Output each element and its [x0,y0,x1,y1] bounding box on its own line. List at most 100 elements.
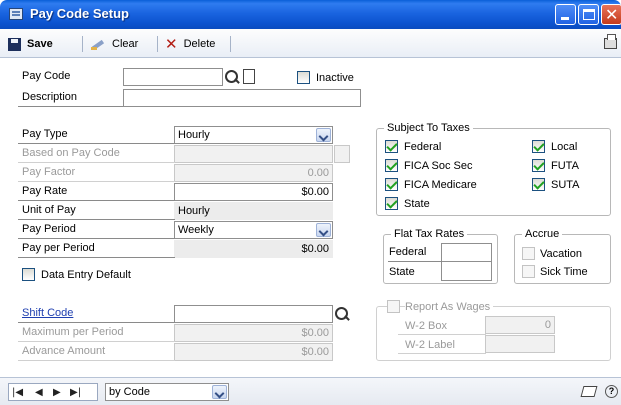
flat-tax-state-input[interactable] [441,261,492,281]
federal-tax-checkbox[interactable] [385,140,398,153]
clear-label: Clear [112,38,139,50]
suta-checkbox[interactable] [532,178,545,191]
help-icon[interactable]: ? [605,385,618,398]
minimize-icon [561,17,569,20]
pay-period-label: Pay Period [22,223,76,235]
based-on-pay-code-label: Based on Pay Code [22,147,120,159]
label-divider [18,219,175,220]
description-label: Description [22,91,78,103]
label-divider [398,334,486,335]
delete-x-icon: ✕ [165,35,178,53]
browse-status-bar: |◀ ◀ ▶ ▶| by Code ? [0,377,621,405]
pay-type-value: Hourly [178,129,210,141]
note-icon[interactable] [580,386,598,397]
clear-button[interactable]: Clear [90,35,138,53]
label-divider [18,322,175,323]
pay-code-label: Pay Code [22,70,71,82]
pay-per-period-label: Pay per Period [22,242,95,254]
shift-code-link[interactable]: Shift Code [18,305,73,323]
first-record-icon[interactable]: |◀ [12,387,23,398]
sick-time-checkbox[interactable] [522,265,535,278]
flat-tax-federal-label: Federal [389,246,427,258]
inactive-label: Inactive [316,72,354,84]
toolbar-separator [157,36,158,52]
chevron-down-icon[interactable] [212,385,227,399]
window-app-icon [9,8,23,20]
last-record-icon[interactable]: ▶| [70,387,81,398]
local-tax-checkbox[interactable] [532,140,545,153]
state-tax-checkbox[interactable] [385,197,398,210]
w2-box-label: W-2 Box [405,320,447,332]
fica-medicare-label: FICA Medicare [404,179,477,191]
title-bar[interactable]: Pay Code Setup ✕ [0,0,621,29]
label-divider [18,162,175,163]
print-icon[interactable] [604,34,617,49]
sort-order-value: by Code [109,386,150,398]
based-on-pay-code-input [174,145,333,163]
w2-label-label: W-2 Label [405,339,455,351]
close-button[interactable]: ✕ [601,4,621,25]
advance-amount-label: Advance Amount [22,345,106,357]
flat-tax-state-label: State [389,266,415,278]
description-input[interactable] [123,89,361,107]
vacation-checkbox[interactable] [522,247,535,260]
advance-amount-input: $0.00 [174,343,333,361]
federal-tax-label: Federal [404,141,442,153]
shift-code-lookup-icon[interactable] [334,306,350,322]
delete-button[interactable]: ✕ Delete [165,35,215,53]
label-divider [18,181,175,182]
toolbar-separator [82,36,83,52]
next-record-icon[interactable]: ▶ [53,387,61,398]
maximize-icon [583,9,595,20]
chevron-down-icon[interactable] [316,128,331,142]
unit-of-pay-value: Hourly [174,202,333,220]
w2-label-input [485,335,555,353]
inactive-checkbox[interactable] [297,71,310,84]
label-divider [18,257,175,258]
chevron-down-icon[interactable] [316,223,331,237]
close-icon: ✕ [605,5,619,24]
toolbar: Save Clear ✕ Delete [0,29,621,58]
pay-per-period-value: $0.00 [174,240,333,258]
window-title: Pay Code Setup [30,6,129,21]
based-on-lookup-icon [334,145,350,163]
pay-code-input[interactable] [123,68,223,86]
futa-label: FUTA [551,160,579,172]
delete-label: Delete [183,38,216,50]
fica-medicare-checkbox[interactable] [385,178,398,191]
sick-time-label: Sick Time [540,266,588,278]
maximize-button[interactable] [578,4,599,25]
pay-period-select[interactable]: Weekly [174,221,333,239]
fica-soc-sec-label: FICA Soc Sec [404,160,473,172]
pay-rate-input[interactable]: $0.00 [174,183,333,201]
label-divider [398,353,486,354]
sort-order-select[interactable]: by Code [105,383,229,401]
pay-type-label: Pay Type [22,128,68,140]
pay-factor-input: 0.00 [174,164,333,182]
data-entry-default-checkbox[interactable] [22,268,35,281]
fica-soc-sec-checkbox[interactable] [385,159,398,172]
previous-record-icon[interactable]: ◀ [35,387,43,398]
flat-tax-federal-input[interactable] [441,243,492,262]
save-icon [8,37,21,51]
label-divider [388,261,442,262]
label-divider [18,360,175,361]
report-as-wages-label: Report As Wages [405,300,494,314]
subject-to-taxes-title: Subject To Taxes [384,121,473,135]
new-document-icon[interactable] [243,69,255,84]
pay-rate-label: Pay Rate [22,185,68,197]
minimize-button[interactable] [555,4,576,25]
eraser-icon [90,38,106,51]
futa-checkbox[interactable] [532,159,545,172]
save-label: Save [27,38,53,50]
save-button[interactable]: Save [8,35,53,53]
state-tax-label: State [404,198,430,210]
pay-code-lookup-icon[interactable] [224,69,240,85]
pay-code-setup-window: Pay Code Setup ✕ Save Clear ✕ Delete Pay… [0,0,621,405]
shift-code-input[interactable] [174,305,333,323]
report-as-wages-checkbox [387,300,400,313]
label-divider [18,143,175,144]
pay-factor-label: Pay Factor [22,166,76,178]
data-entry-default-label: Data Entry Default [41,269,131,281]
pay-type-select[interactable]: Hourly [174,126,333,144]
